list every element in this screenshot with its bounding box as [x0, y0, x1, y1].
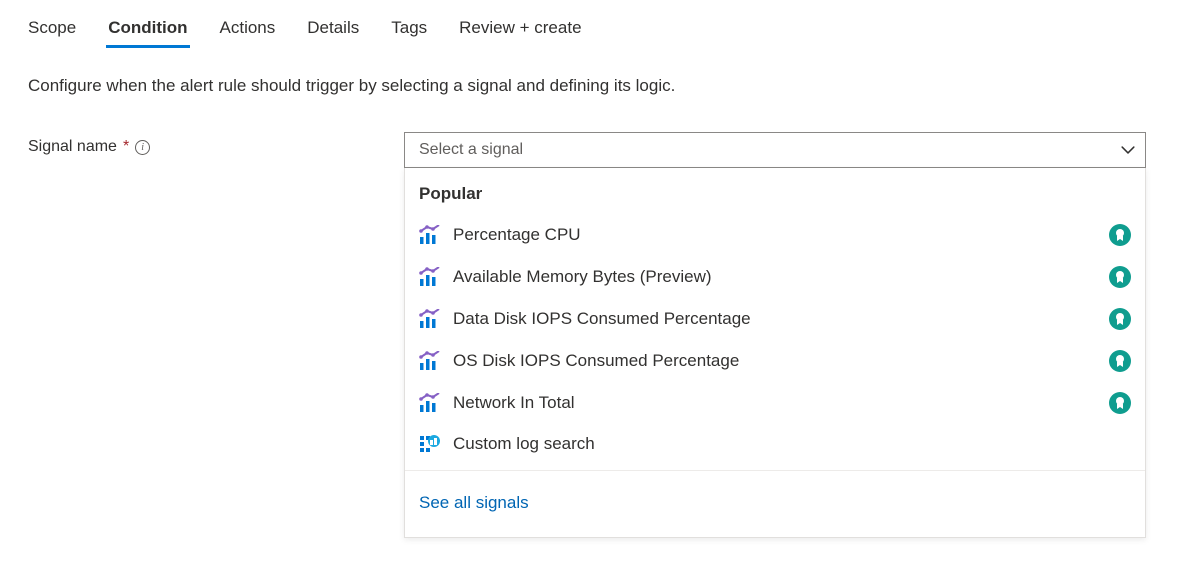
tab-details[interactable]: Details: [307, 18, 359, 46]
signal-option-left: Available Memory Bytes (Preview): [419, 267, 712, 287]
signal-option-left: Custom log search: [419, 434, 595, 454]
metric-icon: [419, 267, 441, 287]
metric-icon: [419, 225, 441, 245]
tab-scope[interactable]: Scope: [28, 18, 76, 46]
recommendation-badge-icon: [1109, 266, 1131, 288]
recommendation-badge-icon: [1109, 308, 1131, 330]
tab-condition[interactable]: Condition: [108, 18, 187, 46]
signal-option-label: Available Memory Bytes (Preview): [453, 267, 712, 287]
tab-actions[interactable]: Actions: [220, 18, 276, 46]
signal-option-left: Data Disk IOPS Consumed Percentage: [419, 309, 751, 329]
log-search-icon: [419, 434, 441, 454]
signal-option[interactable]: OS Disk IOPS Consumed Percentage: [405, 340, 1145, 382]
signal-select-wrap: Select a signal Popular: [404, 132, 1146, 168]
info-icon[interactable]: i: [135, 140, 150, 155]
signal-dropdown: Popular Percentage CPU: [404, 168, 1146, 538]
signal-option[interactable]: Data Disk IOPS Consumed Percentage: [405, 298, 1145, 340]
see-all-signals-link[interactable]: See all signals: [405, 471, 1145, 521]
recommendation-badge-icon: [1109, 350, 1131, 372]
signal-option-label: Network In Total: [453, 393, 575, 413]
signal-option[interactable]: Available Memory Bytes (Preview): [405, 256, 1145, 298]
signal-select[interactable]: Select a signal: [404, 132, 1146, 168]
signal-option-label: Percentage CPU: [453, 225, 581, 245]
signal-option[interactable]: Percentage CPU: [405, 214, 1145, 256]
dropdown-group-popular: Popular: [405, 180, 1145, 214]
chevron-down-icon: [1121, 143, 1135, 157]
tab-bar: Scope Condition Actions Details Tags Rev…: [28, 18, 1152, 46]
signal-option[interactable]: Custom log search: [405, 424, 1145, 464]
tab-review-create[interactable]: Review + create: [459, 18, 581, 46]
signal-option-label: OS Disk IOPS Consumed Percentage: [453, 351, 739, 371]
required-mark: *: [123, 138, 129, 156]
signal-option-label: Data Disk IOPS Consumed Percentage: [453, 309, 751, 329]
signal-name-field-row: Signal name * i Select a signal Popular: [28, 132, 1152, 168]
signal-option-left: Percentage CPU: [419, 225, 581, 245]
recommendation-badge-icon: [1109, 224, 1131, 246]
signal-name-label-wrap: Signal name * i: [28, 132, 404, 156]
signal-option[interactable]: Network In Total: [405, 382, 1145, 424]
signal-name-label: Signal name: [28, 138, 117, 156]
signal-option-label: Custom log search: [453, 434, 595, 454]
metric-icon: [419, 309, 441, 329]
metric-icon: [419, 351, 441, 371]
signal-select-placeholder: Select a signal: [419, 141, 523, 159]
signal-option-left: OS Disk IOPS Consumed Percentage: [419, 351, 739, 371]
tab-tags[interactable]: Tags: [391, 18, 427, 46]
page-description: Configure when the alert rule should tri…: [28, 76, 1152, 96]
signal-option-left: Network In Total: [419, 393, 575, 413]
metric-icon: [419, 393, 441, 413]
recommendation-badge-icon: [1109, 392, 1131, 414]
